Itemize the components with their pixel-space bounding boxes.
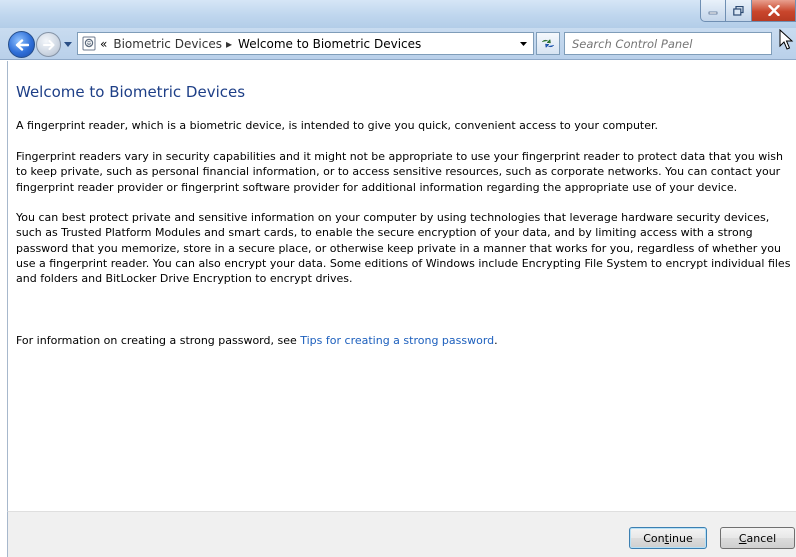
cancel-accelerator: C <box>738 531 747 545</box>
breadcrumb-overflow[interactable]: « <box>100 37 107 51</box>
button-bar: Con t inue Cancel <box>7 511 796 557</box>
continue-label-start: Con <box>643 531 665 545</box>
address-dropdown-button[interactable] <box>517 37 529 51</box>
refresh-button[interactable] <box>536 32 560 55</box>
continue-button[interactable]: Con t inue <box>629 527 707 549</box>
minimize-icon <box>708 11 718 14</box>
paragraph-password-info: For information on creating a strong pas… <box>16 333 796 348</box>
back-button[interactable] <box>8 31 35 58</box>
chevron-down-icon <box>64 41 72 47</box>
arrow-left-icon <box>15 38 29 51</box>
breadcrumb-chevron-icon[interactable]: ▸ <box>226 37 232 51</box>
paragraph-security: Fingerprint readers vary in security cap… <box>16 150 784 194</box>
strong-password-tips-link[interactable]: Tips for creating a strong password <box>300 334 494 347</box>
close-button[interactable] <box>752 0 796 22</box>
minimize-button[interactable] <box>700 0 726 22</box>
navigation-bar: « Biometric Devices ▸ Welcome to Biometr… <box>0 28 796 60</box>
continue-label-end: inue <box>668 531 693 545</box>
cancel-label-end: ancel <box>746 531 777 545</box>
title-bar <box>0 0 796 28</box>
breadcrumb: « Biometric Devices ▸ Welcome to Biometr… <box>100 37 421 51</box>
cancel-button[interactable]: Cancel <box>720 527 795 549</box>
search-box[interactable] <box>564 32 772 55</box>
arrow-right-icon <box>42 39 54 50</box>
page-title: Welcome to Biometric Devices <box>16 83 246 101</box>
search-input[interactable] <box>565 33 771 55</box>
control-panel-window: « Biometric Devices ▸ Welcome to Biometr… <box>0 0 796 557</box>
window-controls <box>700 0 796 22</box>
paragraph-intro: A fingerprint reader, which is a biometr… <box>16 119 659 132</box>
recent-pages-button[interactable] <box>63 39 73 49</box>
refresh-icon <box>541 38 555 49</box>
mouse-cursor-icon <box>779 29 794 50</box>
forward-button[interactable] <box>36 32 61 57</box>
restore-icon <box>733 5 744 16</box>
paragraph-protection: You can best protect private and sensiti… <box>16 211 791 286</box>
content-pane: Welcome to Biometric Devices A fingerpri… <box>7 61 796 511</box>
breadcrumb-item-biometric-devices[interactable]: Biometric Devices <box>113 37 222 51</box>
close-icon <box>767 5 780 16</box>
chevron-down-icon <box>519 42 527 46</box>
control-panel-icon <box>78 33 100 54</box>
password-info-period: . <box>494 334 498 347</box>
breadcrumb-item-welcome[interactable]: Welcome to Biometric Devices <box>238 37 421 51</box>
password-info-text: For information on creating a strong pas… <box>16 334 301 347</box>
address-bar[interactable]: « Biometric Devices ▸ Welcome to Biometr… <box>77 32 534 55</box>
maximize-button[interactable] <box>726 0 752 22</box>
